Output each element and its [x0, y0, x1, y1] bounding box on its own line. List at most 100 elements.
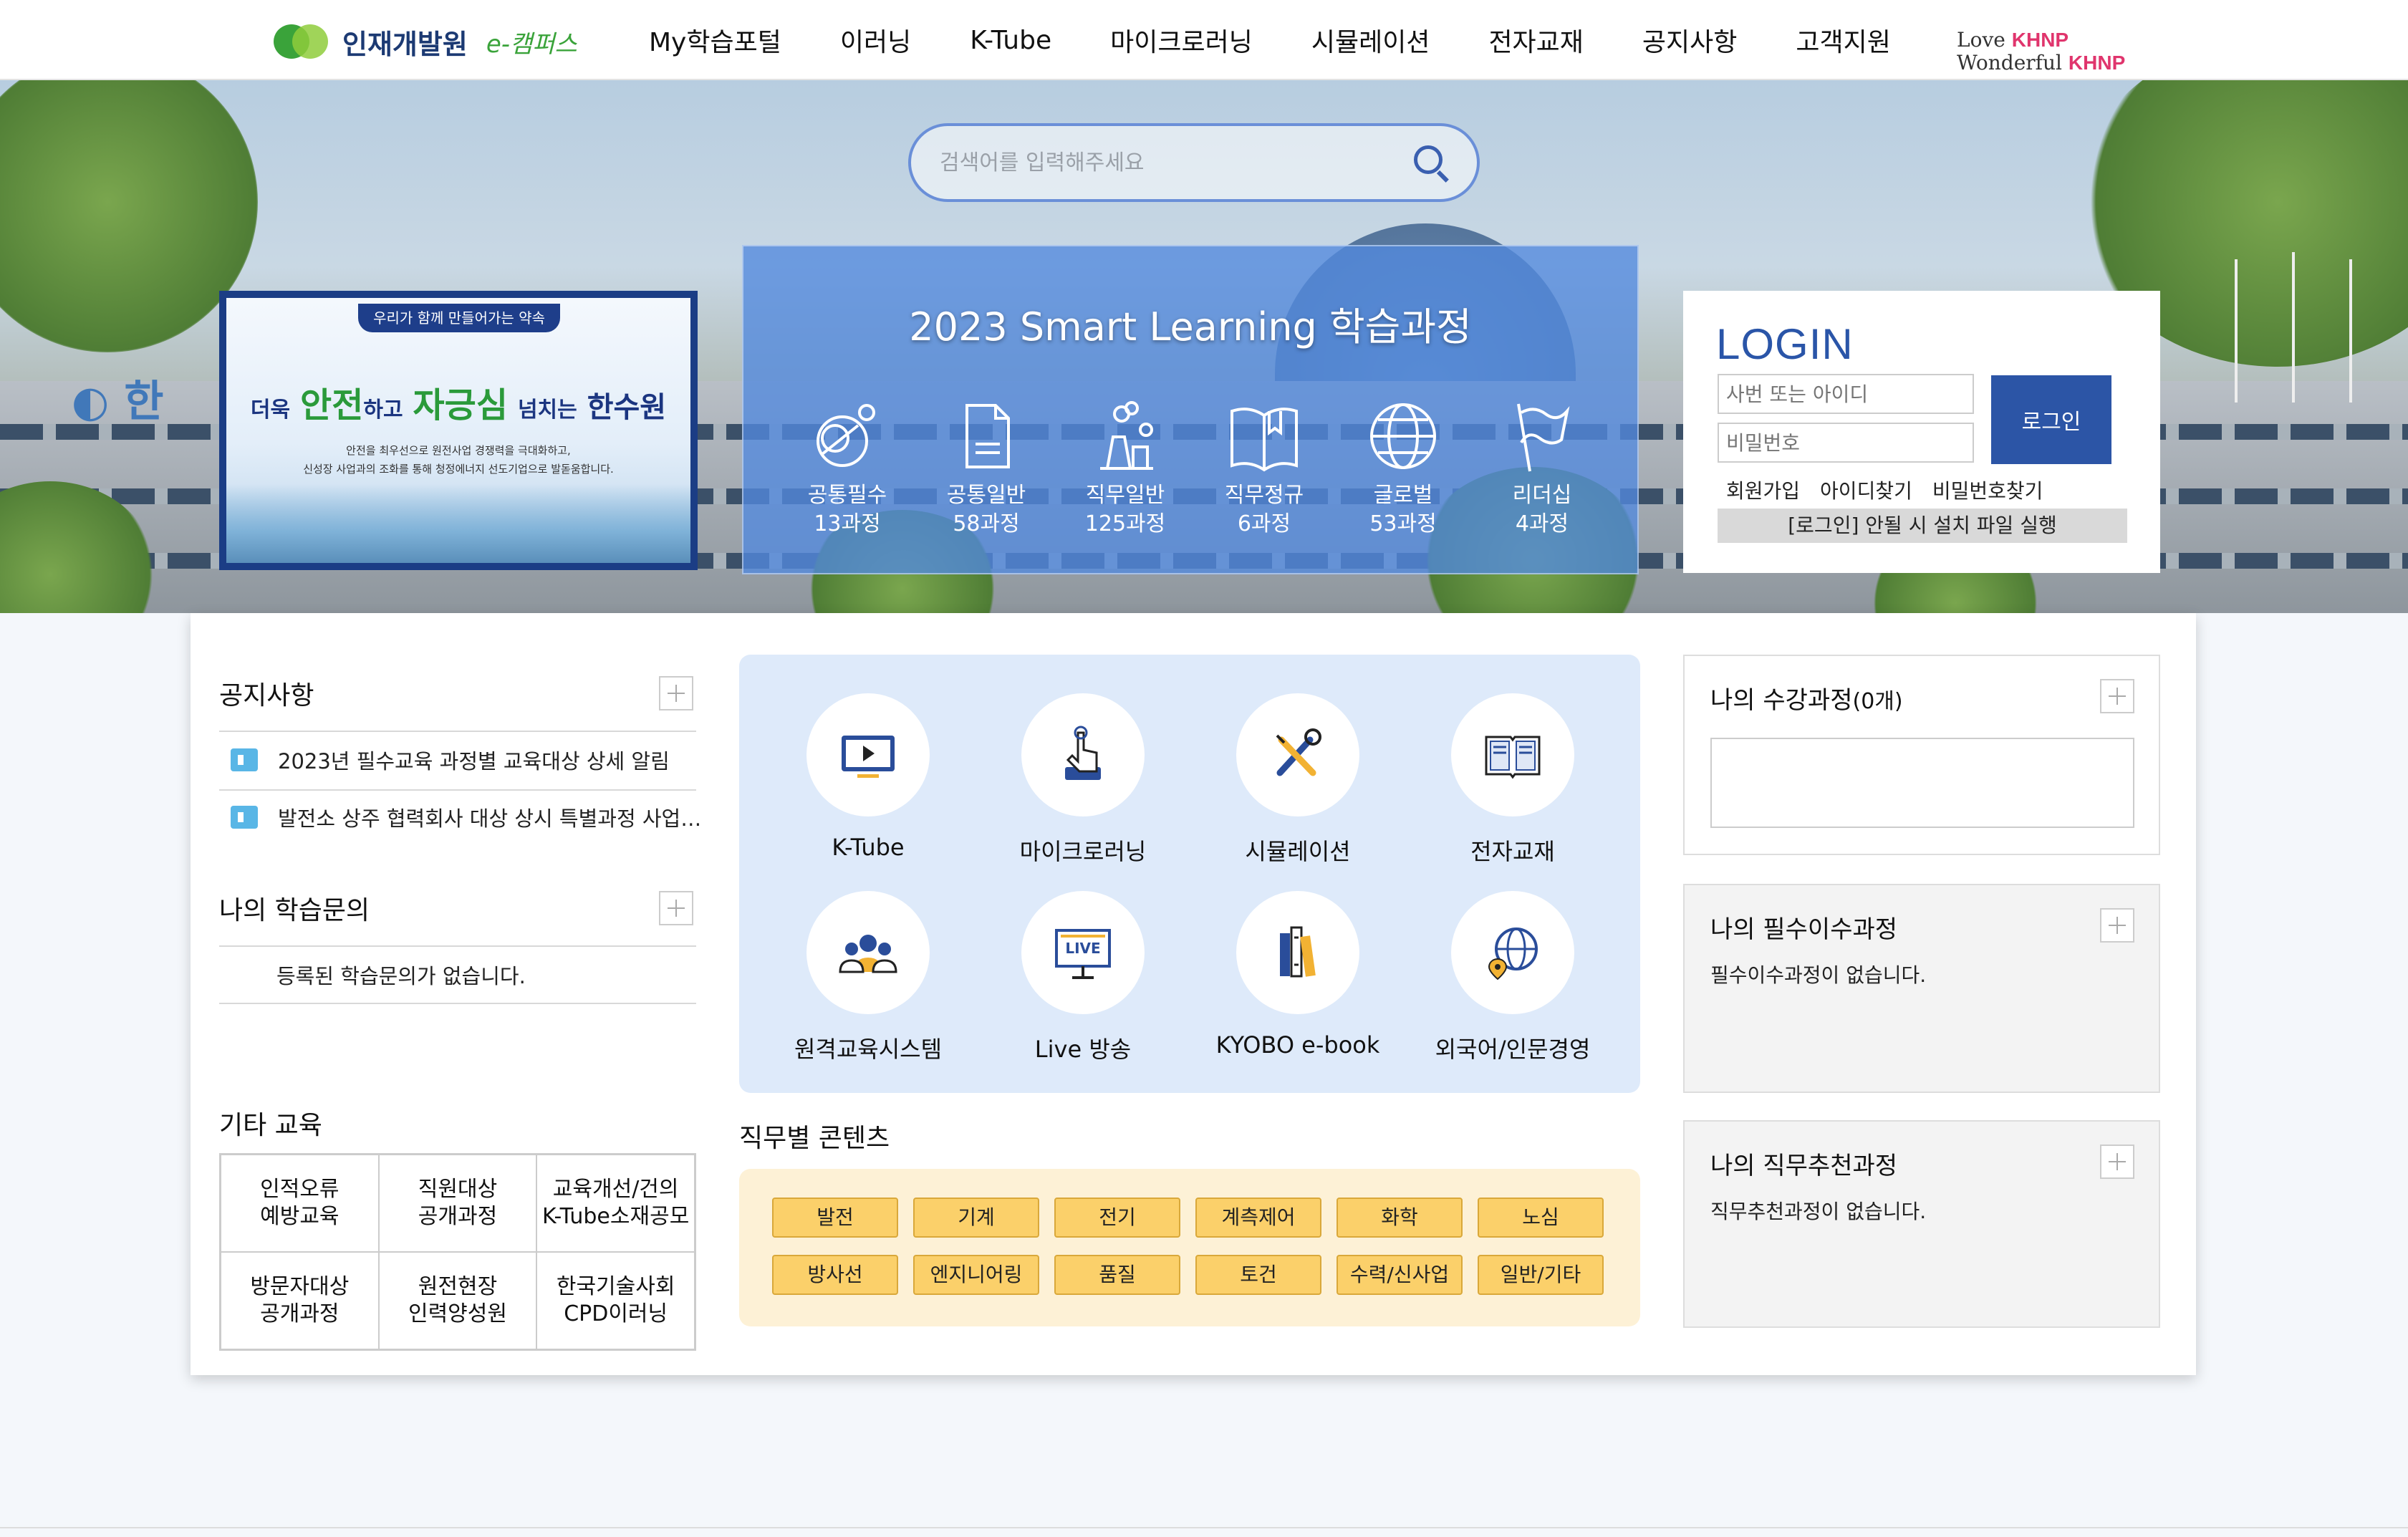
search-input[interactable] [940, 150, 1411, 175]
edu-human-error[interactable]: 인적오류 예방교육 [221, 1155, 379, 1252]
other-edu-grid: 인적오류 예방교육 직원대상 공개과정 교육개선/건의 K-Tube소재공모 방… [219, 1153, 696, 1351]
building-sign: ◐ 한 [72, 377, 164, 427]
service-shortcuts: K-Tube 마이크로러닝 시뮬레이션 전자교재 원격교육시스템 LIVE Li… [739, 655, 1640, 1093]
job-tag-power[interactable]: 발전 [772, 1198, 898, 1238]
notice-section-title: 공지사항 [219, 681, 314, 710]
promo-banner[interactable]: 우리가 함께 만들어가는 약속 더욱 안전하고 자긍심 넘치는 한수원 안전을 … [219, 291, 698, 570]
notice-item[interactable]: 2023년 필수교육 과정별 교육대상 상세 알림 [231, 745, 670, 775]
category-global[interactable]: 글로벌 53과정 [1334, 397, 1473, 539]
service-kyobo-ebook[interactable]: KYOBO e-book [1205, 891, 1391, 1059]
login-links: 회원가입 아이디찾기 비밀번호찾기 [1726, 476, 2043, 504]
book-icon [1231, 408, 1298, 472]
nav-simulation[interactable]: 시뮬레이션 [1311, 21, 1430, 59]
category-common-general[interactable]: 공통일반 58과정 [917, 397, 1056, 539]
promo-scenery [226, 484, 690, 563]
plant-icon [1100, 401, 1153, 470]
khnp-logo-icon [274, 21, 329, 62]
khnp-slogan: Love KHNP Wonderful KHNP [1957, 29, 2125, 74]
find-id-link[interactable]: 아이디찾기 [1820, 476, 1912, 504]
recommended-courses-title: 나의 직무추천과정 [1710, 1152, 1898, 1180]
recommended-empty-text: 직무추천과정이 없습니다. [1710, 1200, 1927, 1223]
service-microlearning[interactable]: 마이크로러닝 [990, 693, 1176, 867]
promo-badge: 우리가 함께 만들어가는 약속 [358, 304, 560, 332]
service-ebook[interactable]: 전자교재 [1420, 693, 1606, 867]
notice-item[interactable]: 발전소 상주 협력회사 대상 상시 특별과정 사업… [231, 802, 701, 832]
edu-site-training[interactable]: 원전현장 인력양성원 [378, 1252, 537, 1349]
job-tag-engineering[interactable]: 엔지니어링 [913, 1255, 1039, 1295]
document-icon [965, 404, 1010, 468]
job-tag-mechanical[interactable]: 기계 [913, 1198, 1039, 1238]
job-tag-civil[interactable]: 토건 [1195, 1255, 1321, 1295]
nav-k-tube[interactable]: K-Tube [970, 26, 1051, 55]
job-tag-chemistry[interactable]: 화학 [1337, 1198, 1463, 1238]
service-live-broadcast[interactable]: LIVE Live 방송 [990, 891, 1176, 1064]
required-more-button[interactable] [2100, 908, 2134, 943]
divider [219, 789, 696, 791]
notice-item-title: 발전소 상주 협력회사 대상 상시 특별과정 사업… [278, 806, 702, 831]
nav-notice[interactable]: 공지사항 [1642, 21, 1737, 59]
tools-icon [1276, 728, 1321, 776]
job-tag-general-etc[interactable]: 일반/기타 [1478, 1255, 1604, 1295]
notice-more-button[interactable] [659, 676, 693, 710]
inquiry-empty-text: 등록된 학습문의가 없습니다. [276, 964, 526, 988]
password-field[interactable] [1718, 423, 1974, 463]
inquiry-more-button[interactable] [659, 891, 693, 925]
touch-icon [1065, 726, 1101, 780]
globe-pin-icon [1488, 928, 1538, 980]
footer-divider [0, 1527, 2408, 1528]
search-icon[interactable] [1411, 143, 1451, 183]
divider [219, 731, 696, 732]
job-tag-electrical[interactable]: 전기 [1054, 1198, 1180, 1238]
nav-elearning[interactable]: 이러닝 [840, 21, 911, 59]
service-remote-education[interactable]: 원격교육시스템 [775, 891, 961, 1064]
find-password-link[interactable]: 비밀번호찾기 [1932, 476, 2043, 504]
job-contents-title: 직무별 콘텐츠 [739, 1124, 890, 1153]
slogan-brand: KHNP [2068, 52, 2126, 74]
circles-icon [817, 404, 875, 467]
job-tag-quality[interactable]: 품질 [1054, 1255, 1180, 1295]
job-tag-radiation[interactable]: 방사선 [772, 1255, 898, 1295]
live-icon: LIVE [1055, 929, 1111, 979]
slogan-brand: KHNP [2011, 29, 2069, 51]
service-k-tube[interactable]: K-Tube [775, 693, 961, 861]
notice-item-title: 2023년 필수교육 과정별 교육대상 상세 알림 [278, 749, 670, 774]
required-courses-box: 나의 필수이수과정 필수이수과정이 없습니다. [1683, 884, 2160, 1093]
books-icon [1280, 926, 1316, 978]
ebook-icon [1485, 736, 1541, 779]
my-courses-more-button[interactable] [2100, 679, 2134, 713]
edu-visitor-open[interactable]: 방문자대상 공개과정 [221, 1252, 379, 1349]
nav-microlearning[interactable]: 마이크로러닝 [1110, 21, 1253, 59]
job-tag-hydro-new[interactable]: 수력/신사업 [1337, 1255, 1463, 1295]
service-language-humanities[interactable]: 외국어/인문경영 [1420, 891, 1606, 1064]
install-file-button[interactable]: [로그인] 안될 시 설치 파일 실행 [1718, 509, 2127, 543]
slogan-wonderful: Wonderful [1957, 51, 2062, 74]
my-courses-count: (0개) [1852, 689, 1903, 714]
category-job-regular[interactable]: 직무정규 6과정 [1195, 397, 1334, 539]
edu-cpd-elearning[interactable]: 한국기술사회 CPD이러닝 [536, 1252, 695, 1349]
svg-text:LIVE: LIVE [1065, 940, 1100, 957]
my-courses-box: 나의 수강과정(0개) [1683, 655, 2160, 855]
flagpole [2292, 252, 2295, 403]
signup-link[interactable]: 회원가입 [1726, 476, 1800, 504]
edu-suggestion[interactable]: 교육개선/건의 K-Tube소재공모 [536, 1155, 695, 1252]
user-id-field[interactable] [1718, 374, 1974, 414]
nav-support[interactable]: 고객지원 [1796, 21, 1890, 59]
login-button[interactable]: 로그인 [1991, 375, 2111, 464]
nav-my-portal[interactable]: My학습포털 [649, 21, 781, 59]
main-navigation: My학습포털 이러닝 K-Tube 마이크로러닝 시뮬레이션 전자교재 공지사항… [649, 0, 1950, 80]
job-tag-instrumentation[interactable]: 계측제어 [1195, 1198, 1321, 1238]
promo-headline: 더욱 안전하고 자긍심 넘치는 한수원 [250, 385, 667, 425]
login-title: LOGIN [1716, 320, 1854, 368]
promo-description: 안전을 최우선으로 원전사업 경쟁력을 극대화하고, 신성장 사업과의 조화를 … [303, 444, 614, 476]
recommended-more-button[interactable] [2100, 1145, 2134, 1179]
category-job-general[interactable]: 직무일반 125과정 [1056, 397, 1195, 539]
login-panel: LOGIN 로그인 회원가입 아이디찾기 비밀번호찾기 [로그인] 안될 시 설… [1683, 291, 2160, 573]
category-common-required[interactable]: 공통필수 13과정 [778, 397, 917, 539]
job-tag-core[interactable]: 노심 [1478, 1198, 1604, 1238]
nav-ebook[interactable]: 전자교재 [1488, 21, 1583, 59]
category-leadership[interactable]: 리더십 4과정 [1473, 397, 1612, 539]
service-simulation[interactable]: 시뮬레이션 [1205, 693, 1391, 867]
site-logo[interactable]: 인재개발원 e-캠퍼스 [274, 20, 577, 63]
edu-employee-open[interactable]: 직원대상 공개과정 [378, 1155, 537, 1252]
logo-title: 인재개발원 [342, 28, 468, 60]
